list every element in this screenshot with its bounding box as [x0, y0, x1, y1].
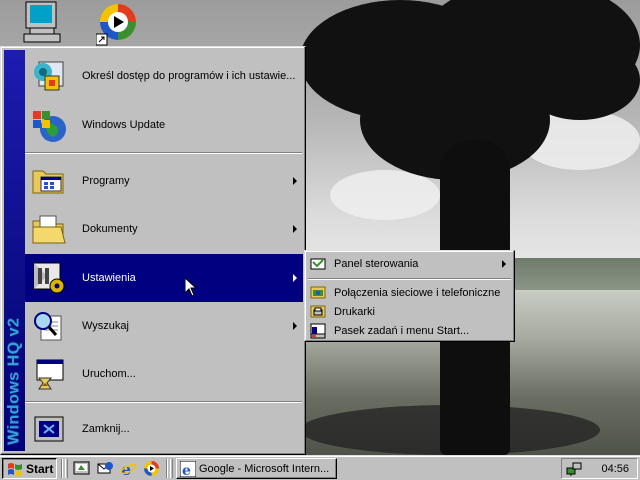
menu-item-label: Określ dostęp do programów i ich ustawie… [82, 70, 296, 82]
submenu-item-label: Pasek zadań i menu Start... [334, 324, 470, 337]
menu-item-label: Wyszukaj [82, 320, 129, 332]
submenu-separator [308, 278, 511, 280]
menu-item-label: Windows Update [82, 119, 166, 131]
system-tray: 04:56 [561, 458, 638, 479]
submenu-item-label: Panel sterowania [334, 257, 419, 270]
submenu-arrow-icon [293, 177, 297, 185]
menu-item-label: Zamknij... [82, 423, 130, 435]
submenu-item-label: Połączenia sieciowe i telefoniczne [334, 286, 501, 299]
wallpaper-cloud [330, 170, 440, 220]
task-button-label: Google - Microsoft Intern... [199, 462, 330, 475]
quick-launch-grip[interactable] [65, 459, 68, 478]
menu-item-documents[interactable]: Dokumenty [25, 205, 303, 253]
taskbar-divider [166, 459, 168, 478]
documents-icon [31, 211, 67, 247]
taskbar: Start e e Google - Microsoft Intern... 0… [0, 455, 640, 480]
menu-item-label: Programy [82, 175, 130, 187]
my-computer-icon[interactable] [20, 0, 64, 44]
start-button-label: Start [26, 461, 54, 476]
submenu-arrow-icon [293, 274, 297, 282]
start-button[interactable]: Start [2, 458, 57, 479]
windows-flag-icon [8, 462, 22, 476]
media-player-desktop-icon[interactable] [95, 2, 140, 46]
sidebar-brand-text: Windows HQ v2 [5, 317, 23, 445]
menu-item-set-program-access[interactable]: Określ dostęp do programów i ich ustawie… [25, 52, 303, 100]
task-area-grip[interactable] [170, 459, 173, 478]
printers-icon [310, 304, 326, 320]
programs-icon [31, 163, 67, 199]
media-player-icon[interactable] [143, 460, 160, 477]
settings-submenu: Panel sterowania Połączenia sieciowe i t… [304, 250, 515, 342]
svg-text:e: e [182, 463, 191, 477]
submenu-arrow-icon [293, 322, 297, 330]
menu-item-run[interactable]: Uruchom... [25, 350, 303, 398]
internet-explorer-icon[interactable]: e [120, 460, 137, 477]
search-icon [31, 308, 67, 344]
submenu-item-label: Drukarki [334, 305, 375, 318]
menu-item-settings[interactable]: Ustawienia [25, 254, 303, 302]
menu-item-shutdown[interactable]: Zamknij... [25, 406, 303, 452]
task-button-internet-explorer[interactable]: e Google - Microsoft Intern... [176, 458, 337, 479]
control-panel-icon [310, 256, 326, 272]
menu-item-windows-update[interactable]: Windows Update [25, 101, 303, 149]
submenu-item-printers[interactable]: Drukarki [308, 302, 511, 321]
start-menu-sidebar: Windows HQ v2 [4, 50, 25, 451]
shutdown-icon [31, 411, 67, 447]
network-connections-icon [310, 285, 326, 301]
taskbar-icon [310, 323, 326, 339]
submenu-item-network-connections[interactable]: Połączenia sieciowe i telefoniczne [308, 283, 511, 302]
internet-explorer-icon: e [180, 460, 196, 477]
run-icon [31, 356, 67, 392]
windows-update-icon [31, 107, 67, 143]
menu-item-label: Dokumenty [82, 223, 138, 235]
set-program-access-icon [31, 58, 67, 94]
mouse-cursor-icon [185, 278, 197, 297]
menu-item-label: Uruchom... [82, 368, 136, 380]
menu-separator [25, 152, 302, 154]
submenu-arrow-icon [293, 225, 297, 233]
menu-separator [25, 401, 302, 403]
wallpaper-canopy [520, 40, 640, 120]
show-desktop-icon[interactable] [73, 460, 90, 477]
menu-item-search[interactable]: Wyszukaj [25, 302, 303, 350]
menu-item-programs[interactable]: Programy [25, 157, 303, 205]
submenu-item-control-panel[interactable]: Panel sterowania [308, 254, 511, 273]
settings-icon [31, 260, 67, 296]
taskbar-clock[interactable]: 04:56 [601, 463, 629, 475]
network-tray-icon[interactable] [566, 461, 582, 477]
taskbar-divider [61, 459, 63, 478]
submenu-arrow-icon [502, 259, 506, 268]
submenu-item-taskbar-start-menu[interactable]: Pasek zadań i menu Start... [308, 321, 511, 340]
outlook-express-icon[interactable] [97, 460, 114, 477]
